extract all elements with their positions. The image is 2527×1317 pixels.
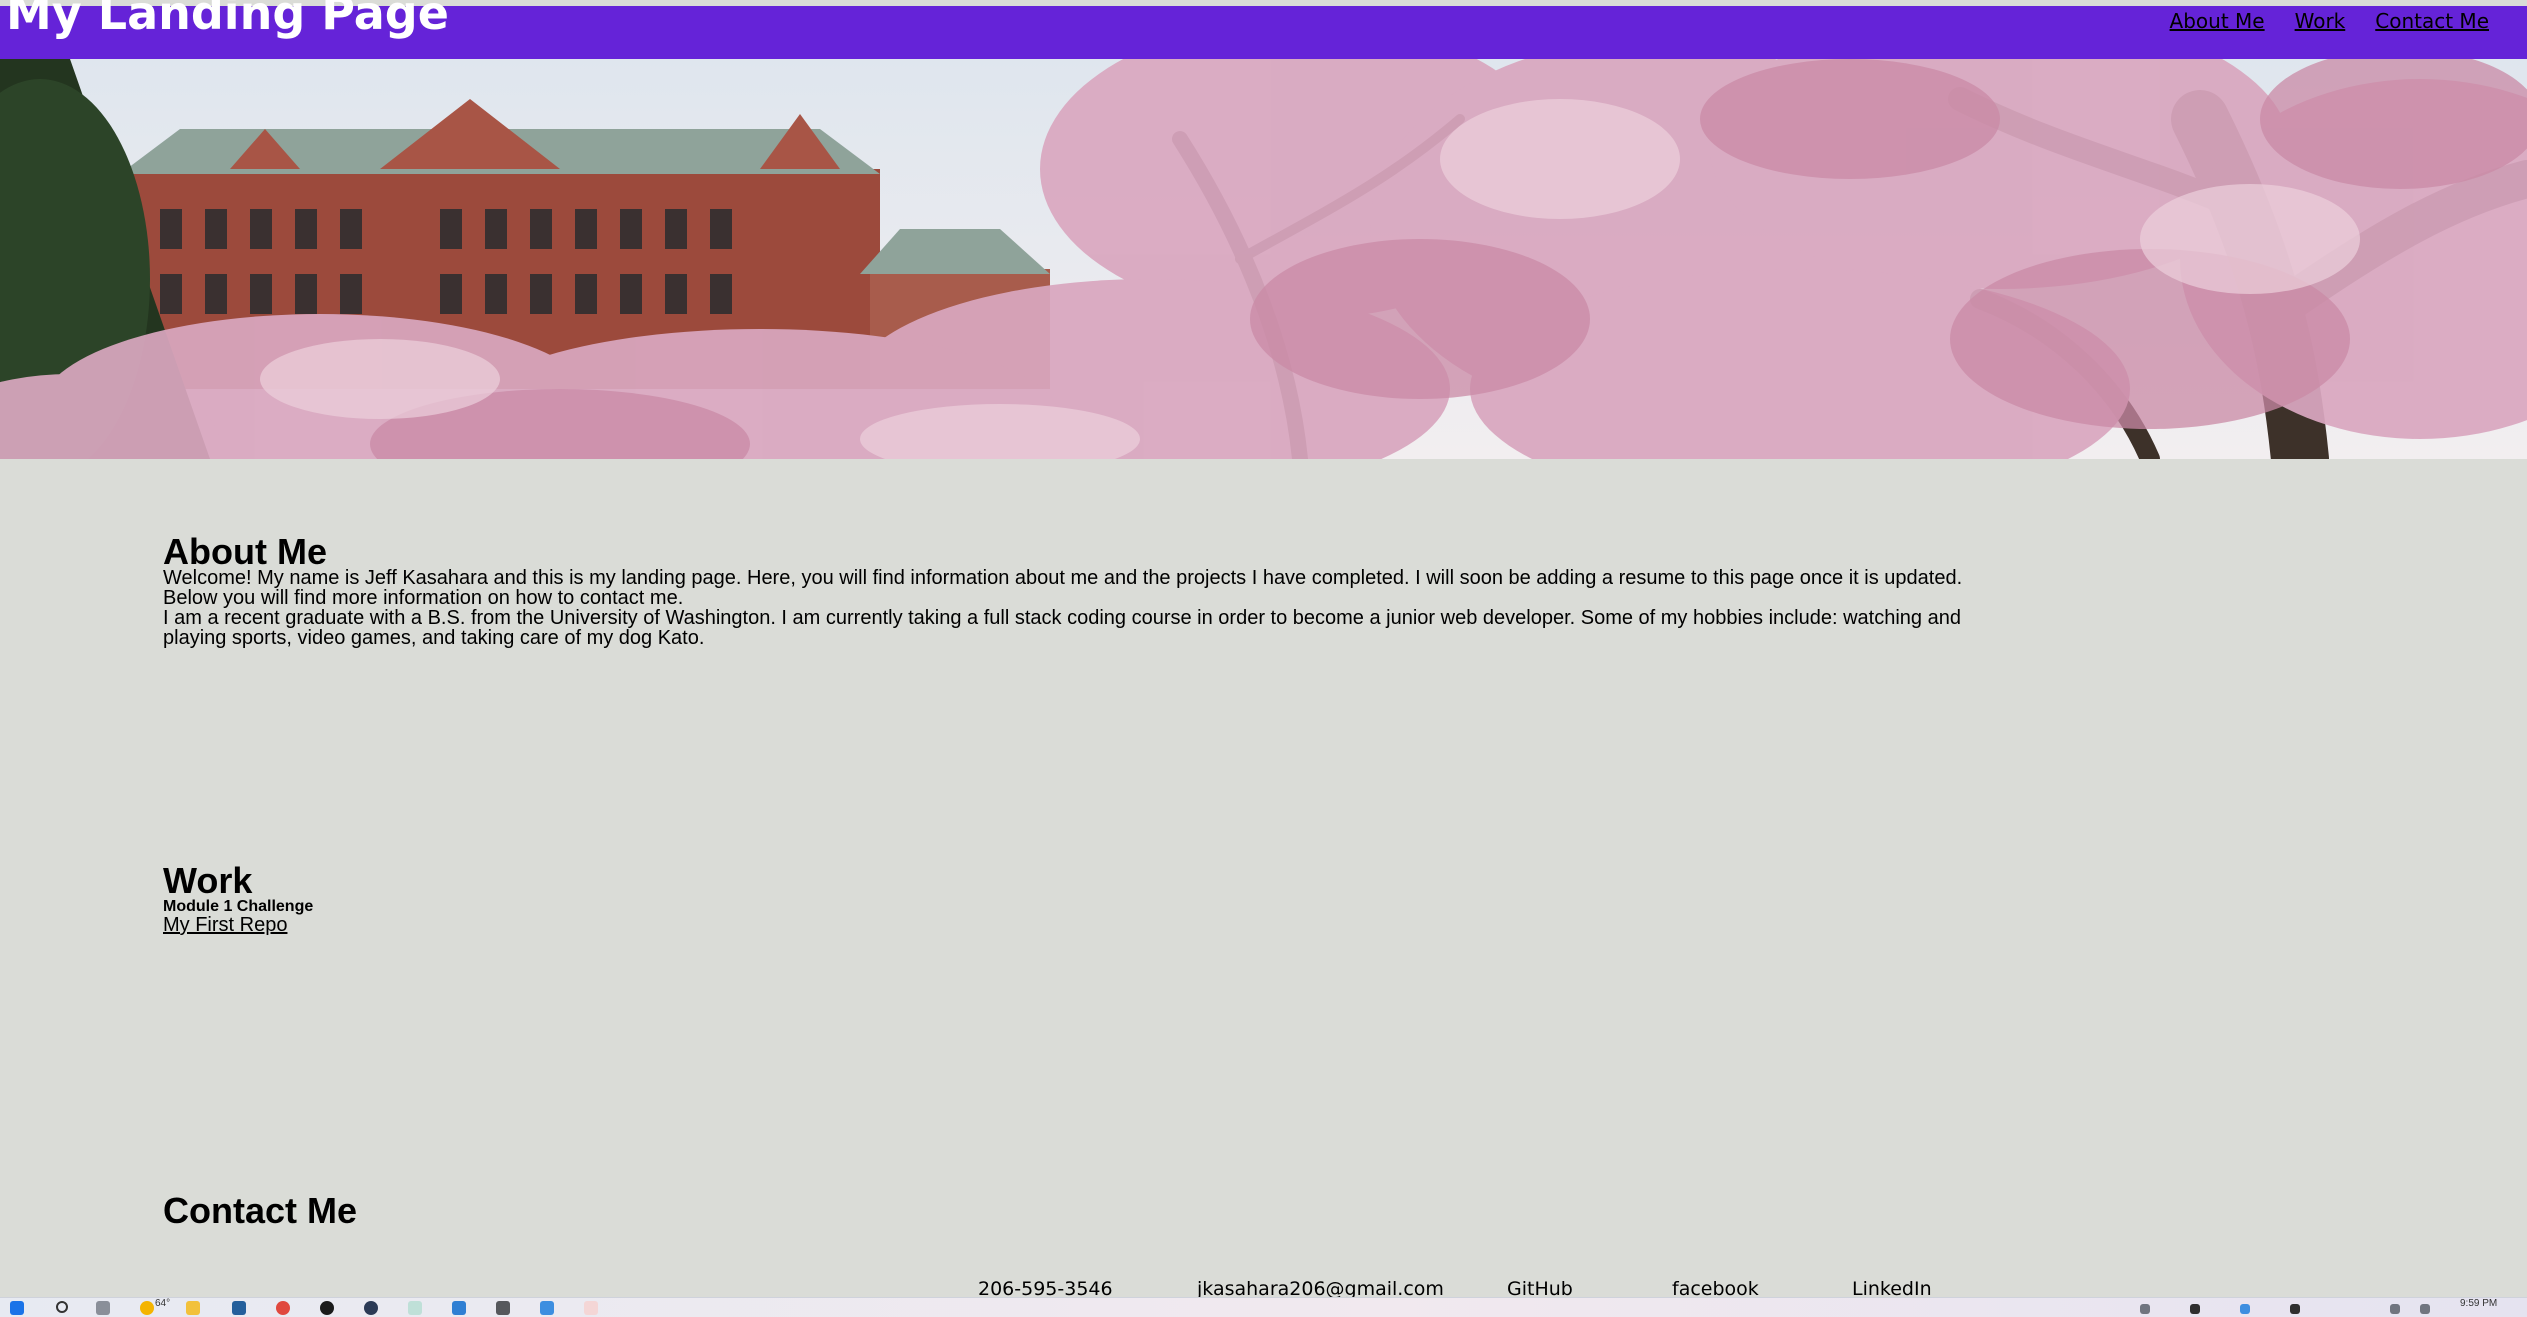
system-tray-icon[interactable]	[2290, 1304, 2300, 1314]
hero-banner-image	[0, 59, 2527, 459]
about-text: Welcome! My name is Jeff Kasahara and th…	[163, 568, 1993, 648]
taskbar-clock[interactable]: 9:59 PM	[2460, 1298, 2497, 1309]
contact-info-row: 206-595-3546 jkasahara206@gmail.com GitH…	[0, 1278, 2527, 1300]
system-tray-icon[interactable]	[2140, 1304, 2150, 1314]
work-repo-link[interactable]: My First Repo	[163, 914, 287, 937]
file-explorer-icon[interactable]	[186, 1301, 200, 1315]
app-icon[interactable]	[408, 1301, 422, 1315]
store-icon[interactable]	[232, 1301, 246, 1315]
weather-temp: 64°	[155, 1298, 171, 1309]
main-nav: About Me Work Contact Me	[2170, 9, 2489, 33]
app-icon[interactable]	[540, 1301, 554, 1315]
nav-about-link[interactable]: About Me	[2170, 9, 2265, 33]
about-heading: About Me	[163, 531, 327, 572]
nav-contact-link[interactable]: Contact Me	[2375, 9, 2489, 33]
task-view-icon[interactable]	[96, 1301, 110, 1315]
about-paragraph-intro: Welcome! My name is Jeff Kasahara and th…	[163, 567, 1963, 609]
site-title: My Landing Page	[6, 0, 449, 40]
about-paragraph-bio: I am a recent graduate with a B.S. from …	[163, 607, 1961, 649]
vscode-icon[interactable]	[452, 1301, 466, 1315]
steam-icon[interactable]	[364, 1301, 378, 1315]
contact-heading: Contact Me	[163, 1190, 358, 1231]
site-header: My Landing Page About Me Work Contact Me	[0, 0, 2527, 59]
github-desktop-icon[interactable]	[320, 1301, 334, 1315]
windows-taskbar: 64° 9:59 PM	[0, 1297, 2527, 1317]
nav-work-link[interactable]: Work	[2295, 9, 2346, 33]
volume-icon[interactable]	[2420, 1304, 2430, 1314]
start-icon[interactable]	[10, 1301, 24, 1315]
weather-icon[interactable]	[140, 1301, 154, 1315]
system-tray-icon[interactable]	[2190, 1304, 2200, 1314]
search-icon[interactable]	[56, 1301, 68, 1313]
work-heading: Work	[163, 860, 253, 901]
wifi-icon[interactable]	[2390, 1304, 2400, 1314]
chrome-icon[interactable]	[276, 1301, 290, 1315]
system-tray-icon[interactable]	[2240, 1304, 2250, 1314]
app-icon[interactable]	[584, 1301, 598, 1315]
terminal-icon[interactable]	[496, 1301, 510, 1315]
